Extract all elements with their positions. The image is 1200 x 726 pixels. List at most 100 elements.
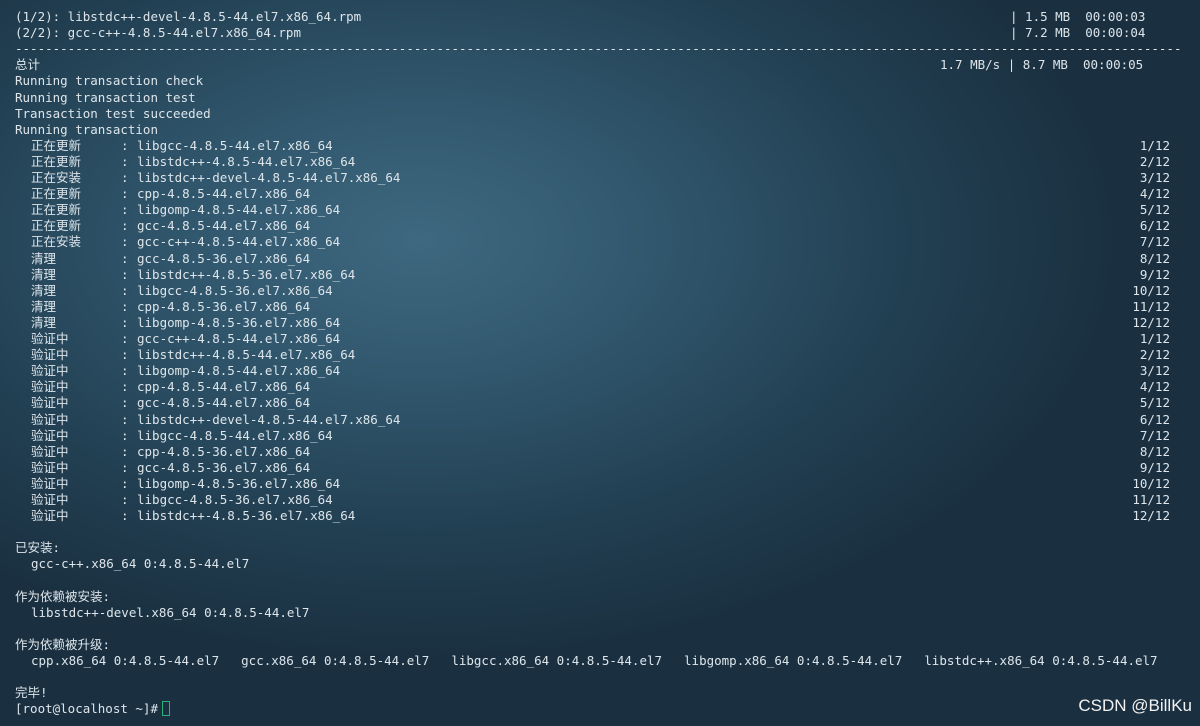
step-action: 清理 <box>31 250 57 266</box>
blank <box>15 621 1185 637</box>
step-counter: 2/12 <box>1139 347 1170 363</box>
colon: : <box>121 508 129 524</box>
download-line: (2/2): gcc-c++-4.8.5-44.el7.x86_64.rpm | … <box>15 25 1185 41</box>
transaction-step: 验证中: libgcc-4.8.5-36.el7.x86_64 11/12 <box>15 492 1185 508</box>
transaction-step: 验证中: cpp-4.8.5-44.el7.x86_64 4/12 <box>15 379 1185 395</box>
complete-text: 完毕! <box>15 685 48 701</box>
colon: : <box>121 250 129 266</box>
section-label: 作为依赖被安装: <box>15 588 111 604</box>
step-package: libgcc-4.8.5-36.el7.x86_64 <box>137 282 333 298</box>
step-package: cpp-4.8.5-36.el7.x86_64 <box>137 443 311 459</box>
shell-prompt: [root@localhost ~]# <box>15 701 158 717</box>
colon: : <box>121 492 129 507</box>
complete-line: 完毕! <box>15 685 1185 701</box>
colon: : <box>121 298 129 314</box>
colon: : <box>121 443 129 459</box>
step-counter: 1/12 <box>1139 137 1170 153</box>
step-package: gcc-4.8.5-44.el7.x86_64 <box>137 218 311 234</box>
colon: : <box>121 282 129 298</box>
transaction-step: 正在更新: gcc-4.8.5-44.el7.x86_64 6/12 <box>15 218 1185 234</box>
step-action: 正在更新 <box>31 153 82 169</box>
transaction-step: 正在更新: libstdc++-4.8.5-44.el7.x86_64 2/12 <box>15 154 1185 170</box>
prompt-line[interactable]: [root@localhost ~]# <box>15 701 1185 717</box>
step-counter: 1/12 <box>1139 331 1170 346</box>
step-counter: 7/12 <box>1139 427 1170 443</box>
installed-items: gcc-c++.x86_64 0:4.8.5-44.el7 <box>15 556 1185 572</box>
step-package: libstdc++-4.8.5-36.el7.x86_64 <box>137 266 356 282</box>
status-line: Running transaction check <box>15 73 1185 89</box>
transaction-step: 验证中: gcc-c++-4.8.5-44.el7.x86_64 1/12 <box>15 331 1185 347</box>
status-line: Running transaction <box>15 122 1185 138</box>
step-counter: 11/12 <box>1132 298 1170 314</box>
transaction-step: 清理: libgomp-4.8.5-36.el7.x86_64 12/12 <box>15 315 1185 331</box>
step-counter: 6/12 <box>1139 411 1170 427</box>
transaction-step: 验证中: gcc-4.8.5-36.el7.x86_64 9/12 <box>15 460 1185 476</box>
step-package: libstdc++-devel-4.8.5-44.el7.x86_64 <box>137 411 401 427</box>
colon: : <box>121 331 129 346</box>
transaction-step: 正在更新: libgcc-4.8.5-44.el7.x86_64 1/12 <box>15 138 1185 154</box>
step-action: 正在更新 <box>31 186 82 202</box>
watermark: CSDN @BillKu <box>1078 696 1192 715</box>
step-package: cpp-4.8.5-36.el7.x86_64 <box>137 298 311 314</box>
transaction-step: 正在更新: libgomp-4.8.5-44.el7.x86_64 5/12 <box>15 202 1185 218</box>
step-package: libgcc-4.8.5-36.el7.x86_64 <box>137 492 333 507</box>
colon: : <box>121 475 129 491</box>
cursor[interactable] <box>162 701 170 717</box>
step-package: libstdc++-devel-4.8.5-44.el7.x86_64 <box>137 170 401 185</box>
transaction-step: 验证中: libstdc++-4.8.5-44.el7.x86_64 2/12 <box>15 347 1185 363</box>
step-package: libstdc++-4.8.5-44.el7.x86_64 <box>137 153 356 169</box>
transaction-step: 清理: gcc-4.8.5-36.el7.x86_64 8/12 <box>15 251 1185 267</box>
step-action: 验证中 <box>31 331 69 346</box>
download-size: | 7.2 MB 00:00:04 <box>1010 25 1146 41</box>
step-counter: 7/12 <box>1139 234 1170 250</box>
separator-text: ----------------------------------------… <box>15 41 1181 57</box>
step-counter: 9/12 <box>1139 459 1170 475</box>
step-package: libstdc++-4.8.5-36.el7.x86_64 <box>137 508 356 524</box>
colon: : <box>121 266 129 282</box>
step-counter: 5/12 <box>1139 395 1170 411</box>
step-action: 验证中 <box>31 459 69 475</box>
colon: : <box>121 395 129 411</box>
step-counter: 6/12 <box>1139 218 1170 234</box>
colon: : <box>121 314 129 330</box>
status-text: Running transaction <box>15 121 158 137</box>
transaction-step: 验证中: libstdc++-4.8.5-36.el7.x86_64 12/12 <box>15 508 1185 524</box>
transaction-step: 正在安装: gcc-c++-4.8.5-44.el7.x86_64 7/12 <box>15 234 1185 250</box>
step-counter: 4/12 <box>1139 186 1170 202</box>
step-counter: 11/12 <box>1132 492 1170 507</box>
step-package: cpp-4.8.5-44.el7.x86_64 <box>137 186 311 202</box>
section-label: 已安装: <box>15 540 61 556</box>
colon: : <box>121 411 129 427</box>
step-package: libstdc++-4.8.5-44.el7.x86_64 <box>137 347 356 363</box>
colon: : <box>121 379 129 395</box>
dep_upgraded-items: cpp.x86_64 0:4.8.5-44.el7 gcc.x86_64 0:4.… <box>15 653 1185 669</box>
transaction-step: 正在安装: libstdc++-devel-4.8.5-44.el7.x86_64… <box>15 170 1185 186</box>
step-package: libgomp-4.8.5-36.el7.x86_64 <box>137 475 341 491</box>
transaction-step: 正在更新: cpp-4.8.5-44.el7.x86_64 4/12 <box>15 186 1185 202</box>
step-package: gcc-c++-4.8.5-44.el7.x86_64 <box>137 331 341 346</box>
step-counter: 4/12 <box>1139 379 1170 395</box>
step-package: gcc-4.8.5-44.el7.x86_64 <box>137 395 311 411</box>
colon: : <box>121 363 129 379</box>
step-action: 验证中 <box>31 508 69 524</box>
status-text: Running transaction test <box>15 89 196 105</box>
step-counter: 3/12 <box>1139 170 1170 185</box>
colon: : <box>121 347 129 363</box>
terminal[interactable]: (1/2): libstdc++-devel-4.8.5-44.el7.x86_… <box>0 0 1200 726</box>
step-action: 验证中 <box>31 347 69 363</box>
colon: : <box>121 459 129 475</box>
step-package: libgomp-4.8.5-44.el7.x86_64 <box>137 363 341 379</box>
status-text: Transaction test succeeded <box>15 105 211 121</box>
colon: : <box>121 186 129 202</box>
dep_installed-items: libstdc++-devel.x86_64 0:4.8.5-44.el7 <box>15 605 1185 621</box>
step-action: 正在更新 <box>31 137 82 153</box>
package-item: cpp.x86_64 0:4.8.5-44.el7 <box>31 653 220 668</box>
installed-heading: 已安装: <box>15 540 1185 556</box>
transaction-step: 验证中: libgcc-4.8.5-44.el7.x86_64 7/12 <box>15 428 1185 444</box>
transaction-step: 验证中: libstdc++-devel-4.8.5-44.el7.x86_64 6… <box>15 412 1185 428</box>
step-counter: 10/12 <box>1132 475 1170 491</box>
download-line: (1/2): libstdc++-devel-4.8.5-44.el7.x86_… <box>15 9 1185 25</box>
step-package: gcc-c++-4.8.5-44.el7.x86_64 <box>137 234 341 250</box>
colon: : <box>121 202 129 218</box>
step-action: 验证中 <box>31 395 69 411</box>
